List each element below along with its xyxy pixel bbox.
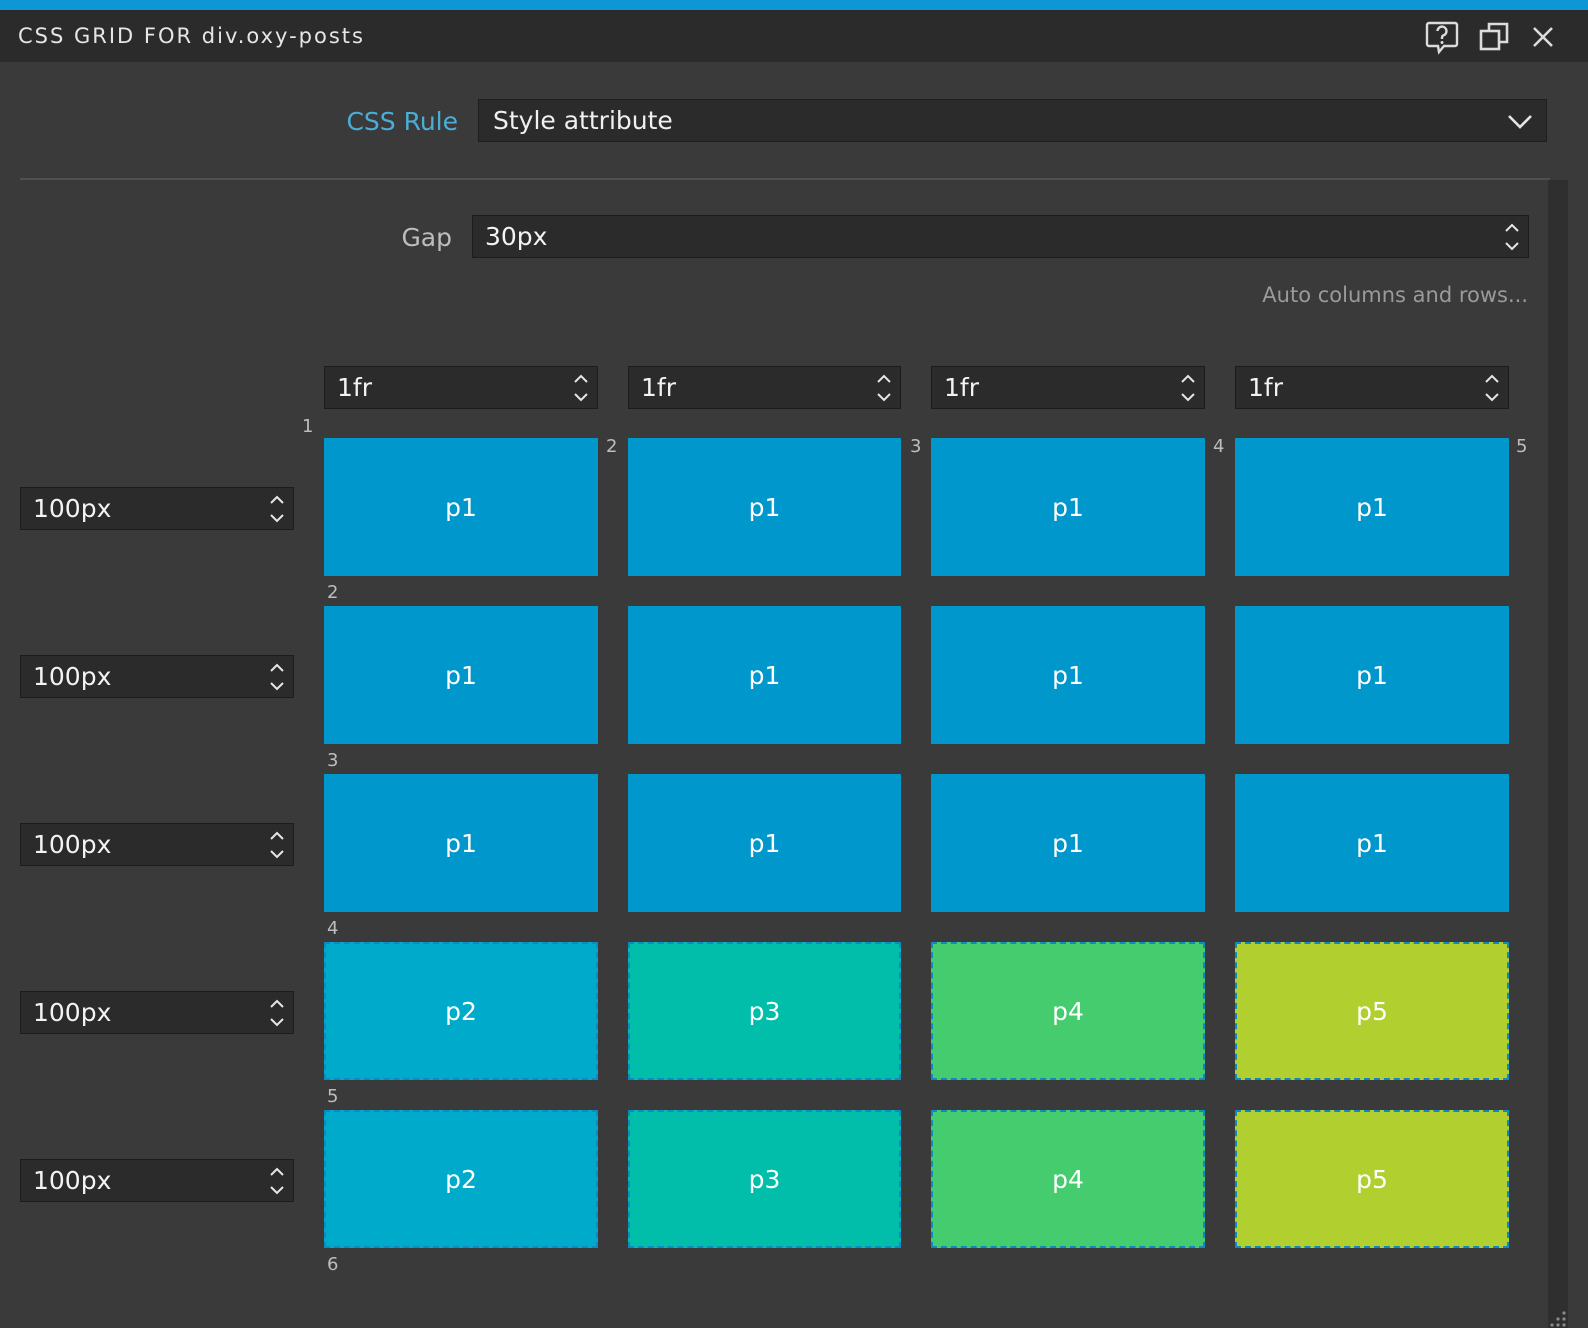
row-track-value: 100px <box>33 998 112 1027</box>
spinner-arrows-icon[interactable] <box>269 827 285 863</box>
grid-cell[interactable]: p1 <box>931 606 1205 744</box>
column-track-value: 1fr <box>641 373 676 402</box>
grid-cell[interactable]: p1 <box>931 438 1205 576</box>
row-track-value: 100px <box>33 830 112 859</box>
auto-columns-rows-link[interactable]: Auto columns and rows... <box>1120 280 1528 310</box>
row-track-input[interactable]: 100px <box>20 487 294 530</box>
panel-titlebar: CSS GRID FOR div.oxy-posts <box>0 10 1588 62</box>
gap-input[interactable]: 30px <box>472 215 1529 258</box>
grid-cell[interactable]: p1 <box>931 774 1205 912</box>
column-track-value: 1fr <box>1248 373 1283 402</box>
grid-cell[interactable]: p1 <box>324 438 598 576</box>
css-rule-value: Style attribute <box>493 106 673 135</box>
row-line-number: 5 <box>327 1086 339 1107</box>
gap-label: Gap <box>401 223 452 252</box>
column-track-input[interactable]: 1fr <box>324 366 598 409</box>
grid-cell[interactable]: p1 <box>628 606 901 744</box>
grid-cell[interactable]: p2 <box>324 1110 598 1248</box>
row-line-number: 6 <box>327 1254 339 1275</box>
scrollbar[interactable] <box>1548 180 1568 1328</box>
spinner-arrows-icon[interactable] <box>1504 219 1520 255</box>
grid-cell[interactable]: p2 <box>324 942 598 1080</box>
column-line-number: 2 <box>606 436 618 457</box>
column-track-value: 1fr <box>944 373 979 402</box>
row-track-value: 100px <box>33 1166 112 1195</box>
column-line-number: 5 <box>1516 436 1528 457</box>
grid-cell[interactable]: p5 <box>1235 1110 1509 1248</box>
grid-cell[interactable]: p1 <box>1235 774 1509 912</box>
row-track-value: 100px <box>33 494 112 523</box>
spinner-arrows-icon[interactable] <box>269 1163 285 1199</box>
column-track-input[interactable]: 1fr <box>628 366 901 409</box>
chevron-down-icon <box>1508 115 1532 129</box>
spinner-arrows-icon[interactable] <box>1484 370 1500 406</box>
column-line-number: 3 <box>910 436 922 457</box>
column-track-input[interactable]: 1fr <box>931 366 1205 409</box>
css-rule-select[interactable]: Style attribute <box>478 99 1547 142</box>
column-track-value: 1fr <box>337 373 372 402</box>
grid-cell[interactable]: p4 <box>931 1110 1205 1248</box>
grid-cell[interactable]: p1 <box>324 774 598 912</box>
spinner-arrows-icon[interactable] <box>1180 370 1196 406</box>
row-track-input[interactable]: 100px <box>20 655 294 698</box>
grid-cell[interactable]: p1 <box>1235 606 1509 744</box>
section-divider <box>20 178 1550 180</box>
grid-cell[interactable]: p3 <box>628 1110 901 1248</box>
panel-title: CSS GRID FOR div.oxy-posts <box>18 24 365 48</box>
spinner-arrows-icon[interactable] <box>269 659 285 695</box>
grid-cell[interactable]: p3 <box>628 942 901 1080</box>
grid-cell[interactable]: p1 <box>324 606 598 744</box>
row-track-value: 100px <box>33 662 112 691</box>
row-track-input[interactable]: 100px <box>20 823 294 866</box>
grid-cell[interactable]: p1 <box>1235 438 1509 576</box>
column-line-number: 1 <box>302 416 314 437</box>
grid-cell[interactable]: p1 <box>628 774 901 912</box>
grid-cell[interactable]: p4 <box>931 942 1205 1080</box>
css-rule-label: CSS Rule <box>346 107 458 136</box>
popout-window-icon[interactable] <box>1477 19 1513 55</box>
spinner-arrows-icon[interactable] <box>573 370 589 406</box>
row-line-number: 2 <box>327 582 339 603</box>
row-line-number: 3 <box>327 750 339 771</box>
row-line-number: 4 <box>327 918 339 939</box>
gap-value: 30px <box>485 222 548 251</box>
row-track-input[interactable]: 100px <box>20 1159 294 1202</box>
grid-cell[interactable]: p1 <box>628 438 901 576</box>
column-track-input[interactable]: 1fr <box>1235 366 1509 409</box>
spinner-arrows-icon[interactable] <box>876 370 892 406</box>
help-speech-icon[interactable] <box>1424 19 1460 55</box>
row-track-input[interactable]: 100px <box>20 991 294 1034</box>
grid-cell[interactable]: p5 <box>1235 942 1509 1080</box>
spinner-arrows-icon[interactable] <box>269 491 285 527</box>
close-icon[interactable] <box>1525 19 1561 55</box>
spinner-arrows-icon[interactable] <box>269 995 285 1031</box>
resize-grip-icon[interactable] <box>1540 1298 1568 1328</box>
column-line-number: 4 <box>1213 436 1225 457</box>
accent-top-bar <box>0 0 1588 10</box>
